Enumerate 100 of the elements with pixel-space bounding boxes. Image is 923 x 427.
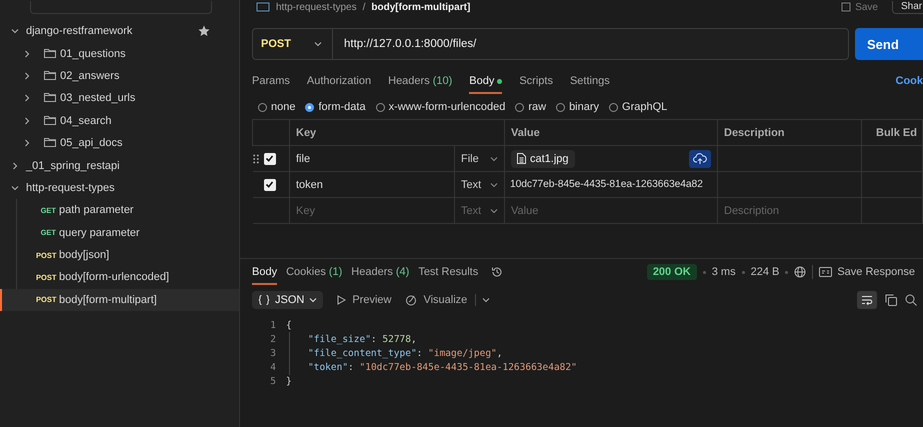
- code-line: "token": "10dc77eb-845e-4435-81ea-1263663e4a82": [289, 360, 577, 375]
- checkbox[interactable]: [264, 152, 276, 164]
- line-number: 3: [269, 348, 276, 359]
- code-line: "file_size": 52778,: [289, 332, 417, 346]
- document-icon: [517, 153, 526, 164]
- chevron-right-icon[interactable]: [23, 116, 31, 125]
- collection-name[interactable]: _01_spring_restapi: [26, 160, 120, 172]
- chevron-right-icon[interactable]: [23, 72, 31, 80]
- wrap-lines-icon[interactable]: [857, 291, 877, 309]
- radio-option[interactable]: binary: [556, 101, 600, 113]
- drag-handle-icon[interactable]: [252, 154, 258, 164]
- search-icon[interactable]: [905, 294, 917, 306]
- tab[interactable]: Test Results: [418, 259, 478, 285]
- radio-button[interactable]: [515, 102, 524, 112]
- line-number: 1: [269, 320, 276, 331]
- url-field[interactable]: http://127.0.0.1:8000/files/: [333, 38, 476, 50]
- radio-option[interactable]: none: [258, 101, 296, 113]
- save-response-button[interactable]: Save Response: [819, 266, 915, 278]
- response-size: 224 B: [750, 266, 780, 278]
- braces-icon: [258, 295, 270, 305]
- radio-button[interactable]: [609, 102, 618, 112]
- line-number: 5: [269, 376, 276, 388]
- folder-icon: [44, 70, 56, 80]
- play-icon: [337, 295, 346, 305]
- caret-icon: [490, 154, 498, 162]
- tab[interactable]: Body: [469, 68, 502, 94]
- folder-icon: [44, 48, 56, 58]
- chevron-right-icon[interactable]: [23, 139, 31, 148]
- column-header: Description: [718, 120, 862, 146]
- breadcrumb-item[interactable]: http-request-types: [276, 2, 357, 12]
- radio-option[interactable]: x-www-form-urlencoded: [376, 101, 506, 113]
- visualize-button[interactable]: Visualize: [405, 294, 490, 306]
- tab[interactable]: Settings: [570, 68, 610, 94]
- collection-name[interactable]: http-request-types: [26, 182, 115, 194]
- tab[interactable]: Scripts: [519, 68, 553, 94]
- column-header: Value: [504, 120, 718, 146]
- gauge-icon: [405, 294, 418, 306]
- save-button[interactable]: Save: [841, 2, 878, 12]
- radio-button[interactable]: [305, 102, 314, 112]
- tab[interactable]: Body: [252, 259, 278, 285]
- folder-name[interactable]: 04_search: [60, 114, 112, 127]
- key-cell[interactable]: file: [290, 146, 454, 172]
- star-icon[interactable]: [198, 25, 210, 38]
- save-icon: [841, 2, 852, 12]
- chevron-right-icon[interactable]: [23, 50, 31, 58]
- radio-option[interactable]: form-data: [305, 101, 366, 113]
- breadcrumb-separator: /: [362, 2, 366, 12]
- search-field[interactable]: [30, 1, 212, 14]
- globe-icon[interactable]: [794, 266, 806, 278]
- tab[interactable]: Headers (4): [351, 259, 410, 285]
- copy-icon[interactable]: [885, 294, 897, 306]
- radio-button[interactable]: [556, 102, 566, 112]
- caret-icon: [490, 180, 498, 188]
- radio-option[interactable]: GraphQL: [609, 101, 668, 113]
- tab[interactable]: Params: [252, 68, 290, 94]
- caret-icon: [482, 296, 490, 304]
- tab[interactable]: Cookies (1): [286, 259, 342, 285]
- code-line: "file_content_type": "image/jpeg",: [289, 346, 502, 361]
- folder-name[interactable]: 03_nested_urls: [60, 92, 136, 104]
- caret-icon: [490, 206, 498, 214]
- chevron-down-icon[interactable]: [11, 27, 19, 36]
- folder-icon: [44, 114, 56, 125]
- collection-name[interactable]: django-restframework: [26, 25, 132, 38]
- folder-icon: [44, 92, 56, 102]
- tab[interactable]: Headers (10): [388, 68, 452, 94]
- tab[interactable]: Authorization: [306, 68, 372, 94]
- save-response-icon: [819, 267, 832, 277]
- history-icon[interactable]: [491, 266, 504, 278]
- method-dropdown[interactable]: POST: [253, 29, 333, 59]
- cookies-link[interactable]: Cook: [896, 68, 923, 94]
- caret-icon: [309, 296, 318, 304]
- request-title: body[form-multipart]: [371, 2, 470, 12]
- chevron-down-icon[interactable]: [11, 184, 19, 192]
- folder-name[interactable]: 02_answers: [60, 70, 120, 82]
- preview-button[interactable]: Preview: [337, 294, 392, 306]
- format-dropdown[interactable]: JSON: [252, 291, 324, 309]
- line-number: 4: [269, 362, 276, 374]
- folder-icon: [44, 137, 56, 148]
- response-time: 3 ms: [712, 266, 736, 278]
- status-badge: 200 OK: [646, 264, 697, 280]
- key-cell[interactable]: token: [290, 172, 454, 198]
- chevron-down-icon[interactable]: [314, 40, 322, 48]
- radio-button[interactable]: [376, 102, 385, 112]
- chevron-right-icon[interactable]: [11, 162, 19, 170]
- folder-name[interactable]: 05_api_docs: [60, 137, 123, 150]
- send-button[interactable]: Send: [855, 28, 923, 60]
- folder-name[interactable]: 01_questions: [60, 48, 126, 60]
- cloud-upload-icon[interactable]: [689, 150, 711, 168]
- checkbox[interactable]: [264, 178, 276, 190]
- radio-button[interactable]: [258, 102, 267, 112]
- file-chip[interactable]: cat1.jpg: [511, 150, 575, 168]
- share-button[interactable]: Shar: [892, 0, 923, 14]
- line-number: 2: [269, 334, 276, 345]
- chevron-right-icon[interactable]: [23, 94, 31, 102]
- http-icon: [256, 2, 270, 12]
- column-header: Key: [290, 120, 504, 146]
- code-line: {: [286, 318, 292, 332]
- value-cell[interactable]: 10dc77eb-845e-4435-81ea-1263663e4a82: [504, 172, 718, 198]
- code-line: }: [286, 375, 292, 389]
- radio-option[interactable]: raw: [515, 101, 546, 113]
